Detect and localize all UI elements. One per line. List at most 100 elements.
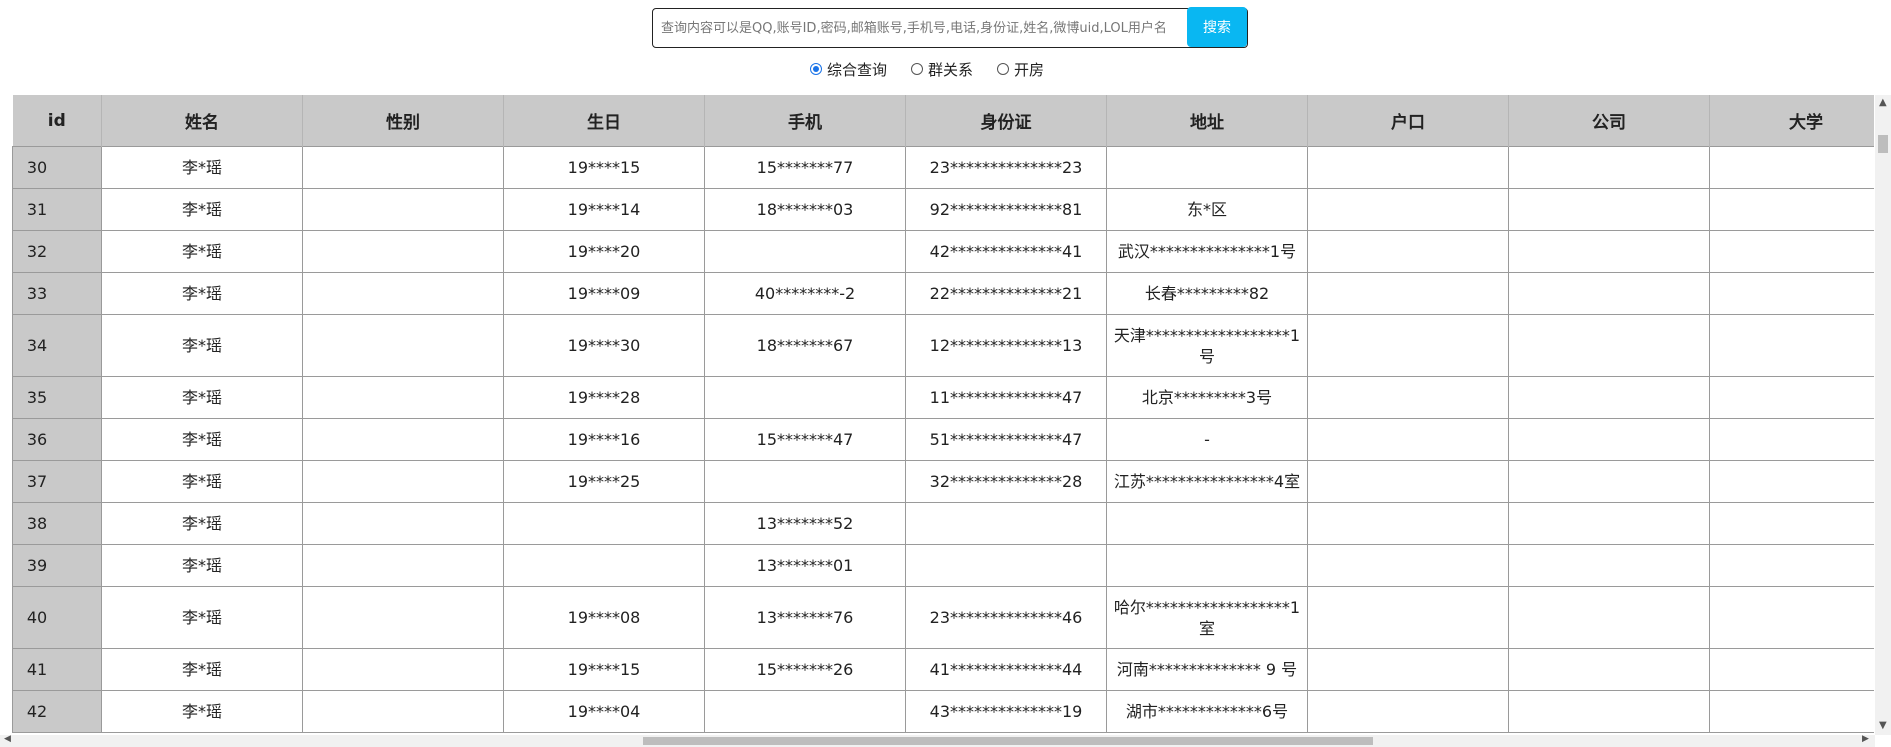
radio-checked-icon[interactable] <box>810 63 822 75</box>
address-cell: 哈尔******************1室 <box>1106 586 1308 649</box>
university-cell <box>1709 460 1874 503</box>
birthday-cell <box>503 502 705 545</box>
company-cell <box>1508 376 1710 419</box>
row-id: 33 <box>26 284 48 303</box>
scroll-left-icon[interactable]: ◀ <box>4 734 11 744</box>
university-cell <box>1709 146 1874 189</box>
name-cell: 李*瑶 <box>101 188 303 231</box>
address-cell: 河南************** 9 号 <box>1106 648 1308 691</box>
hukou-cell <box>1307 586 1509 649</box>
scroll-right-icon[interactable]: ▶ <box>1862 734 1869 744</box>
university-cell <box>1709 648 1874 691</box>
id-cell: 33 <box>12 272 102 315</box>
birthday-cell: 19****16 <box>503 418 705 461</box>
table-row: 37 李*瑶 19****25 32**************28 江苏*******… <box>12 460 1874 503</box>
university-cell <box>1709 230 1874 273</box>
search-input[interactable] <box>652 8 1248 48</box>
table-header-row: id 姓名 性别 生日 手机 身份证 地址 户口 公司 大学 <box>12 95 1874 147</box>
gender-cell <box>302 272 504 315</box>
vertical-scroll-thumb[interactable] <box>1878 135 1888 153</box>
phone-cell: 15*******77 <box>704 146 906 189</box>
row-id: 36 <box>26 430 48 449</box>
hukou-cell <box>1307 544 1509 587</box>
name-cell: 李*瑶 <box>101 230 303 273</box>
table-row: 42 李*瑶 19****04 43**************19 湖市*******… <box>12 690 1874 733</box>
name-cell: 李*瑶 <box>101 376 303 419</box>
hukou-cell <box>1307 272 1509 315</box>
row-id: 41 <box>26 660 48 679</box>
company-cell <box>1508 648 1710 691</box>
hukou-cell <box>1307 230 1509 273</box>
phone-cell <box>704 690 906 733</box>
row-id: 31 <box>26 200 48 219</box>
gender-cell <box>302 376 504 419</box>
id-cell: 40 <box>12 586 102 649</box>
scroll-up-icon[interactable]: ▲ <box>1879 97 1887 108</box>
phone-cell: 15*******47 <box>704 418 906 461</box>
radio-unchecked-icon[interactable] <box>997 63 1010 75</box>
birthday-cell: 19****09 <box>503 272 705 315</box>
table-row: 40 李*瑶 19****08 13*******76 23**************… <box>12 586 1874 649</box>
id-cell: 42 <box>12 690 102 733</box>
id-cell: 34 <box>12 314 102 377</box>
company-cell <box>1508 690 1710 733</box>
hukou-cell <box>1307 460 1509 503</box>
vertical-scrollbar[interactable]: ▲ ▼ <box>1875 95 1891 735</box>
id-card-cell: 42**************41 <box>905 230 1107 273</box>
query-mode-label: 群关系 <box>928 60 974 79</box>
horizontal-scrollbar[interactable]: ◀ ▶ <box>0 734 1875 747</box>
column-header-birthday: 生日 <box>503 95 705 147</box>
address-cell: - <box>1106 418 1308 461</box>
search-button[interactable]: 搜索 <box>1187 7 1247 47</box>
column-header-id: id <box>12 95 102 147</box>
query-mode-comprehensive[interactable]: 综合查询 <box>810 59 887 80</box>
row-id: 35 <box>26 388 48 407</box>
id-card-cell: 23**************46 <box>905 586 1107 649</box>
gender-cell <box>302 502 504 545</box>
university-cell <box>1709 502 1874 545</box>
row-id: 42 <box>26 702 48 721</box>
horizontal-scroll-thumb[interactable] <box>643 737 1373 745</box>
query-mode-hotel[interactable]: 开房 <box>997 59 1044 80</box>
name-cell: 李*瑶 <box>101 690 303 733</box>
company-cell <box>1508 418 1710 461</box>
phone-cell <box>704 376 906 419</box>
birthday-cell <box>503 544 705 587</box>
table-row: 30 李*瑶 19****15 15*******77 23**************… <box>12 146 1874 189</box>
company-cell <box>1508 146 1710 189</box>
company-cell <box>1508 314 1710 377</box>
university-cell <box>1709 690 1874 733</box>
scroll-down-icon[interactable]: ▼ <box>1879 720 1887 731</box>
university-cell <box>1709 314 1874 377</box>
gender-cell <box>302 690 504 733</box>
id-card-cell: 92**************81 <box>905 188 1107 231</box>
university-cell <box>1709 188 1874 231</box>
gender-cell <box>302 586 504 649</box>
address-cell <box>1106 146 1308 189</box>
id-cell: 36 <box>12 418 102 461</box>
phone-cell: 18*******03 <box>704 188 906 231</box>
column-header-name: 姓名 <box>101 95 303 147</box>
address-cell: 北京*********3号 <box>1106 376 1308 419</box>
university-cell <box>1709 544 1874 587</box>
column-header-hukou: 户口 <box>1307 95 1509 147</box>
company-cell <box>1508 502 1710 545</box>
university-cell <box>1709 418 1874 461</box>
name-cell: 李*瑶 <box>101 146 303 189</box>
query-mode-group-relation[interactable]: 群关系 <box>911 59 973 80</box>
id-card-cell: 23**************23 <box>905 146 1107 189</box>
name-cell: 李*瑶 <box>101 418 303 461</box>
address-cell: 长春*********82 <box>1106 272 1308 315</box>
id-card-cell: 41**************44 <box>905 648 1107 691</box>
hukou-cell <box>1307 146 1509 189</box>
gender-cell <box>302 146 504 189</box>
gender-cell <box>302 314 504 377</box>
id-card-cell: 12**************13 <box>905 314 1107 377</box>
id-card-cell <box>905 544 1107 587</box>
phone-cell: 13*******52 <box>704 502 906 545</box>
radio-unchecked-icon[interactable] <box>911 63 924 75</box>
column-header-company: 公司 <box>1508 95 1710 147</box>
row-id: 40 <box>26 608 48 627</box>
table-row: 35 李*瑶 19****28 11**************47 北京*******… <box>12 376 1874 419</box>
id-cell: 37 <box>12 460 102 503</box>
